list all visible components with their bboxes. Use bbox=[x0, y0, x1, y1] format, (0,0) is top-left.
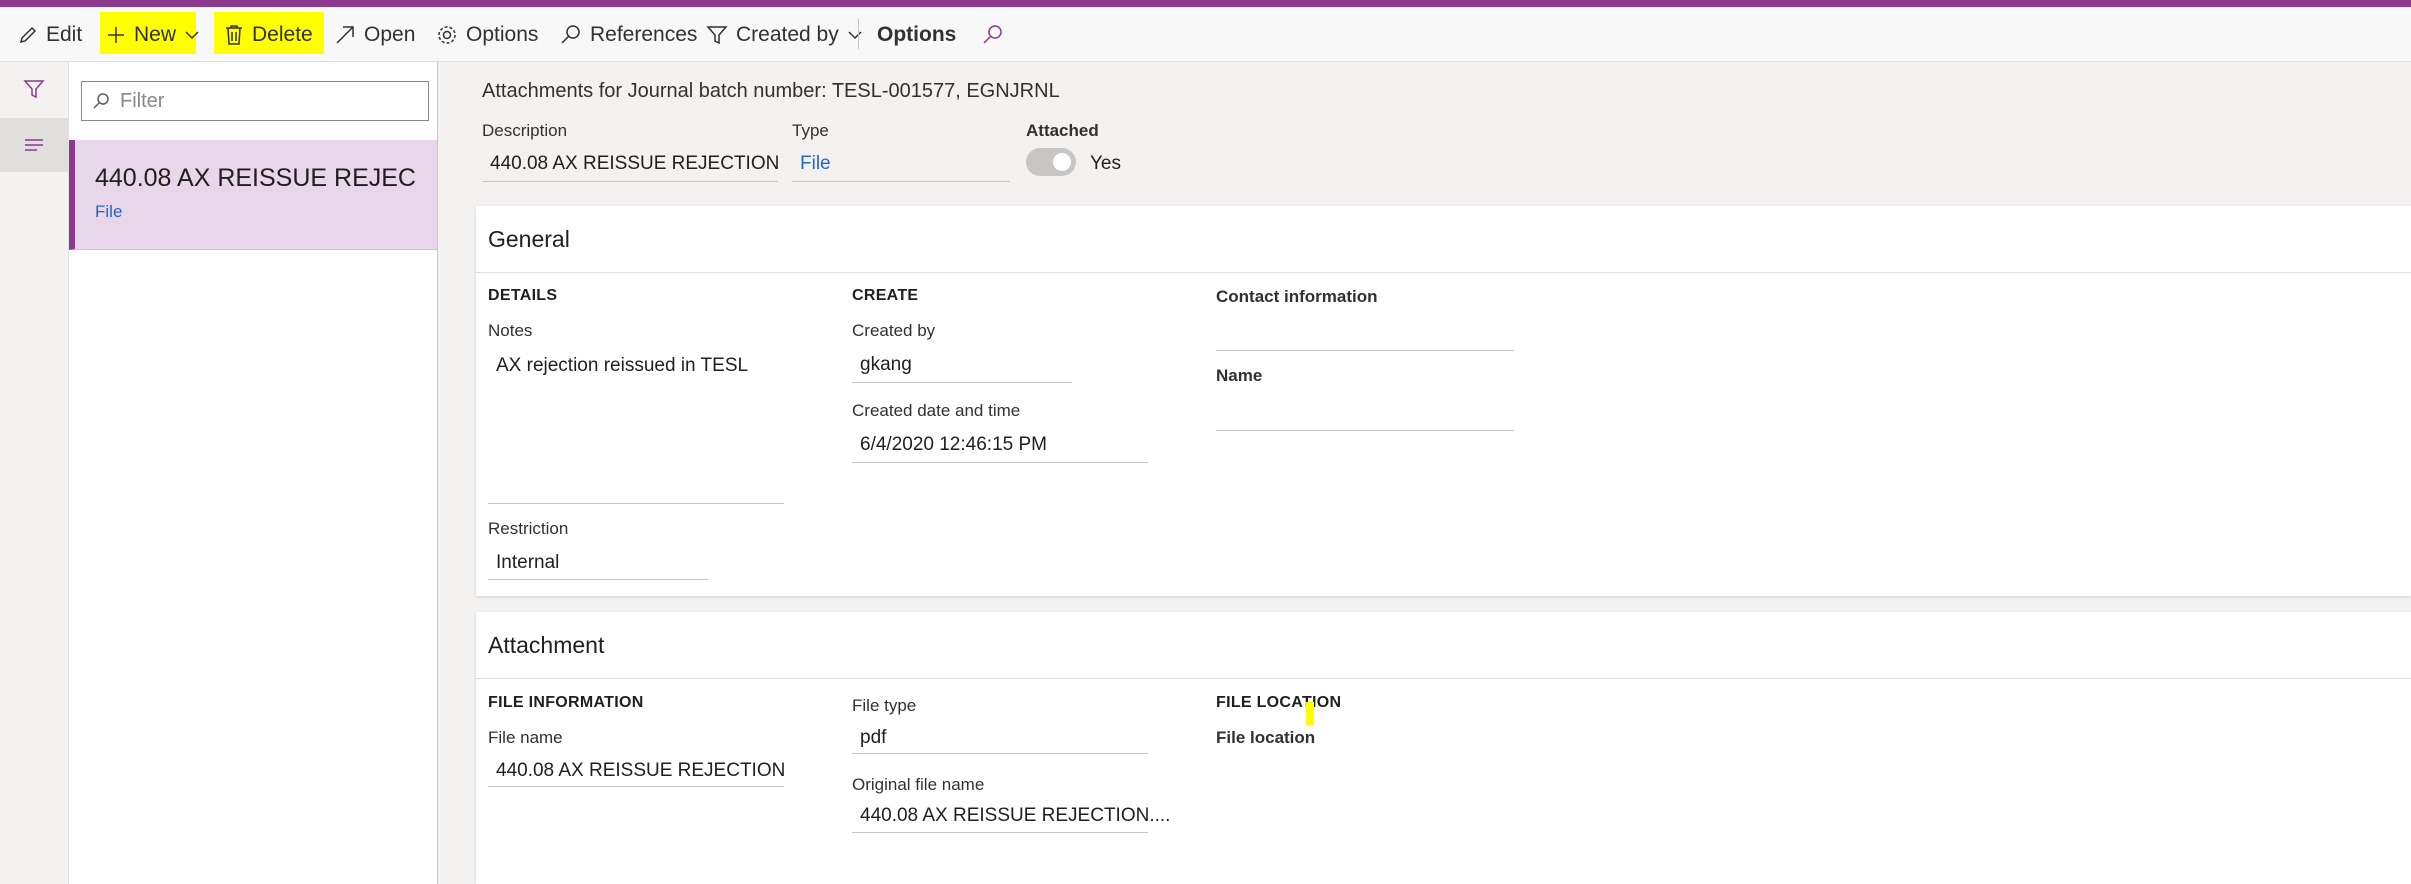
list-item[interactable]: 440.08 AX REISSUE REJECTI... File bbox=[69, 140, 437, 250]
list-item-title: 440.08 AX REISSUE REJECTI... bbox=[95, 164, 415, 192]
attachment-divider bbox=[476, 678, 2411, 679]
restriction-field[interactable]: Internal bbox=[496, 552, 559, 574]
file-type-underline bbox=[852, 753, 1148, 754]
page-title: Attachments for Journal batch number: TE… bbox=[482, 80, 1060, 102]
filter-pane-button[interactable] bbox=[0, 62, 68, 116]
open-arrow-icon bbox=[336, 25, 354, 44]
restriction-underline bbox=[488, 579, 708, 580]
search-icon bbox=[93, 93, 109, 109]
gear-icon bbox=[438, 25, 456, 44]
contact-info-label: Contact information bbox=[1216, 287, 1378, 306]
edit-icon bbox=[19, 26, 37, 43]
filter-input[interactable] bbox=[118, 88, 402, 114]
brand-bar bbox=[0, 0, 2411, 7]
search-icon bbox=[561, 24, 580, 44]
toolbar-search-button[interactable] bbox=[982, 7, 1012, 62]
plus-icon bbox=[108, 26, 124, 43]
references-label: References bbox=[590, 22, 698, 46]
file-location-heading: FILE LOCATION bbox=[1216, 694, 1342, 711]
attached-value: Yes bbox=[1090, 153, 1121, 174]
left-rail bbox=[0, 62, 69, 884]
name-underline[interactable] bbox=[1216, 430, 1514, 431]
type-underline bbox=[792, 181, 1010, 182]
list-item-subtitle: File bbox=[95, 202, 123, 221]
file-name-field[interactable]: 440.08 AX REISSUE REJECTION bbox=[496, 760, 785, 782]
new-label: New bbox=[134, 22, 177, 46]
general-divider bbox=[476, 272, 2411, 273]
original-name-label: Original file name bbox=[852, 775, 985, 794]
created-date-field[interactable]: 6/4/2020 12:46:15 PM bbox=[860, 434, 1047, 456]
new-button[interactable]: New bbox=[106, 7, 208, 62]
created-by-label: Created by bbox=[736, 22, 839, 46]
highlight-mark bbox=[1306, 702, 1314, 725]
chevron-down-icon bbox=[848, 30, 862, 39]
file-location-label: File location bbox=[1216, 728, 1316, 747]
file-name-label: File name bbox=[488, 728, 563, 747]
options-tab-label: Options bbox=[877, 22, 957, 46]
notes-label: Notes bbox=[488, 321, 533, 340]
action-pane: Edit New Delete Open Options References … bbox=[0, 7, 2411, 62]
references-button[interactable]: References bbox=[560, 7, 697, 62]
description-field[interactable]: 440.08 AX REISSUE REJECTION bbox=[490, 153, 779, 175]
created-date-underline bbox=[852, 462, 1148, 463]
delete-button[interactable]: Delete bbox=[224, 7, 313, 62]
search-icon bbox=[983, 24, 1002, 44]
filter-icon bbox=[23, 80, 45, 99]
file-info-heading: FILE INFORMATION bbox=[488, 694, 644, 711]
tab-options[interactable]: Options bbox=[877, 7, 956, 62]
type-label: Type bbox=[792, 121, 829, 140]
created-by-field[interactable]: gkang bbox=[860, 354, 912, 376]
general-title[interactable]: General bbox=[488, 226, 570, 253]
description-label: Description bbox=[482, 121, 568, 140]
attachment-title[interactable]: Attachment bbox=[488, 632, 604, 659]
trash-icon bbox=[226, 24, 242, 45]
list-icon bbox=[25, 139, 43, 151]
name-label: Name bbox=[1216, 366, 1263, 385]
notes-field[interactable]: AX rejection reissued in TESL bbox=[496, 355, 748, 377]
list-pane: 440.08 AX REISSUE REJECTI... File bbox=[69, 62, 438, 884]
detail-pane: Attachments for Journal batch number: TE… bbox=[440, 62, 2411, 884]
toggle-knob bbox=[1053, 153, 1071, 171]
general-card: General DETAILS Notes AX rejection reiss… bbox=[476, 206, 2411, 596]
type-field[interactable]: File bbox=[800, 153, 831, 175]
created-by-underline bbox=[852, 382, 1072, 383]
options-label: Options bbox=[466, 22, 539, 46]
created-by-label: Created by bbox=[852, 321, 936, 340]
created-date-label: Created date and time bbox=[852, 401, 1021, 420]
chevron-down-icon[interactable] bbox=[184, 27, 200, 43]
file-name-underline bbox=[488, 786, 784, 787]
options-button[interactable]: Options bbox=[436, 7, 538, 62]
attachment-card: Attachment FILE INFORMATION File name 44… bbox=[476, 612, 2411, 884]
list-view-button[interactable] bbox=[0, 118, 68, 172]
create-heading: CREATE bbox=[852, 287, 919, 304]
original-name-field[interactable]: 440.08 AX REISSUE REJECTION.... bbox=[860, 805, 1170, 827]
edit-label: Edit bbox=[46, 22, 83, 46]
details-heading: DETAILS bbox=[488, 287, 558, 304]
contact-info-underline[interactable] bbox=[1216, 350, 1514, 351]
created-by-filter-button[interactable]: Created by bbox=[706, 7, 871, 62]
notes-underline bbox=[488, 503, 784, 504]
attached-toggle[interactable] bbox=[1026, 148, 1076, 176]
description-underline bbox=[482, 181, 778, 182]
open-button[interactable]: Open bbox=[334, 7, 415, 62]
file-type-field[interactable]: pdf bbox=[860, 727, 886, 749]
toolbar-separator bbox=[858, 19, 859, 49]
filter-field[interactable] bbox=[81, 81, 429, 121]
edit-button[interactable]: Edit bbox=[18, 7, 82, 62]
open-label: Open bbox=[364, 22, 416, 46]
file-type-label: File type bbox=[852, 696, 917, 715]
funnel-icon bbox=[706, 25, 728, 44]
attached-label: Attached bbox=[1026, 121, 1099, 140]
restriction-label: Restriction bbox=[488, 519, 569, 538]
original-name-underline bbox=[852, 832, 1148, 833]
delete-label: Delete bbox=[252, 22, 313, 46]
